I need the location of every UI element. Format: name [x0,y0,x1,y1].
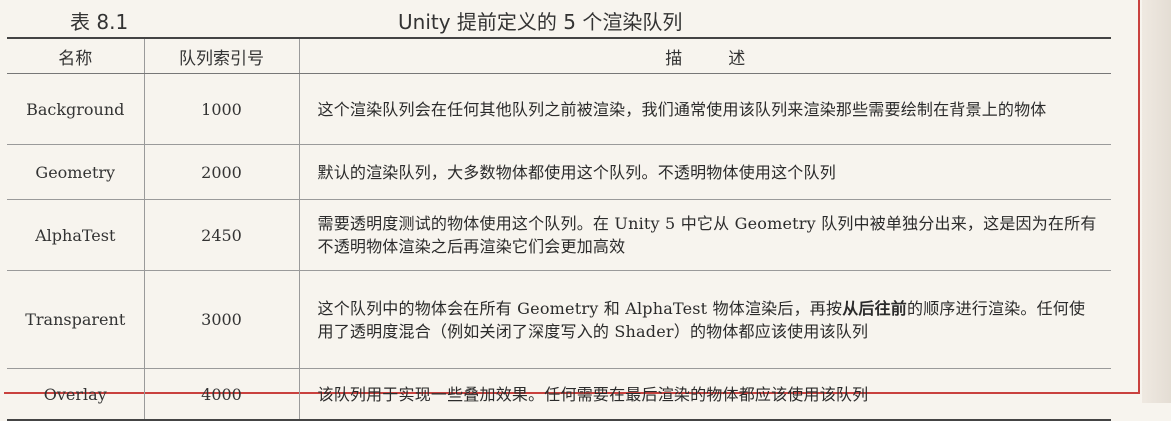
table-title: Unity 提前定义的 5 个渲染队列 [398,10,683,34]
queue-name: Background [7,73,145,145]
render-queue-table: 名称 队列索引号 描述 Background 1000 这个渲染队列会在任何其他… [7,37,1111,421]
queue-desc-emphasis: 从后往前 [842,298,907,318]
queue-desc: 这个渲染队列会在任何其他队列之前被渲染，我们通常使用该队列来渲染那些需要绘制在背… [298,73,1111,145]
table-row: Geometry 2000 默认的渲染队列，大多数物体都使用这个队列。不透明物体… [7,144,1111,200]
queue-name: AlphaTest [7,199,145,271]
header-desc-char-1: 描 [665,48,683,69]
header-desc: 描述 [298,37,1111,74]
queue-index: 3000 [143,270,300,369]
table-row: Background 1000 这个渲染队列会在任何其他队列之前被渲染，我们通常… [7,73,1111,145]
queue-desc: 需要透明度测试的物体使用这个队列。在 Unity 5 中它从 Geometry … [298,199,1111,271]
page-margin [1142,0,1171,403]
header-desc-char-2: 述 [728,48,746,69]
table-number: 表 8.1 [70,10,129,34]
queue-index: 2000 [143,144,300,200]
table-row: Transparent 3000 这个队列中的物体会在所有 Geometry 和… [7,270,1111,369]
queue-index: 2450 [143,199,300,271]
header-row: 名称 队列索引号 描述 [7,37,1111,74]
queue-desc: 默认的渲染队列，大多数物体都使用这个队列。不透明物体使用这个队列 [298,144,1111,200]
header-name: 名称 [7,37,145,74]
table-caption: 表 8.1 Unity 提前定义的 5 个渲染队列 [4,0,1140,38]
table-row: AlphaTest 2450 需要透明度测试的物体使用这个队列。在 Unity … [7,199,1111,271]
table-row: Overlay 4000 该队列用于实现一些叠加效果。任何需要在最后渲染的物体都… [7,368,1111,421]
queue-index: 4000 [143,368,300,421]
queue-index: 1000 [143,73,300,145]
queue-name: Transparent [7,270,145,369]
header-index: 队列索引号 [143,37,300,74]
queue-name: Geometry [7,144,145,200]
queue-desc-pre: 这个队列中的物体会在所有 Geometry 和 AlphaTest 物体渲染后，… [317,298,843,318]
table-figure: 表 8.1 Unity 提前定义的 5 个渲染队列 名称 队列索引号 描述 Ba… [4,0,1140,421]
queue-desc: 该队列用于实现一些叠加效果。任何需要在最后渲染的物体都应该使用该队列 [298,368,1111,421]
queue-name: Overlay [7,368,145,421]
queue-desc: 这个队列中的物体会在所有 Geometry 和 AlphaTest 物体渲染后，… [298,270,1111,369]
